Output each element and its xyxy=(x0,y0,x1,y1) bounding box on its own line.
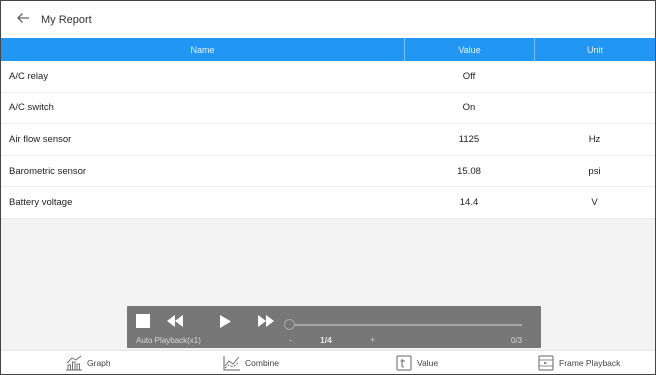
column-header-value[interactable]: Value xyxy=(404,38,534,61)
column-header-unit[interactable]: Unit xyxy=(534,38,655,61)
frame-playback-label: Frame Playback xyxy=(559,358,621,368)
frame-playback-button[interactable]: Frame Playback xyxy=(537,354,620,372)
rewind-icon xyxy=(167,315,183,327)
graph-label: Graph xyxy=(87,358,111,368)
playback-progress-handle[interactable] xyxy=(284,319,295,330)
next-page-button[interactable]: + xyxy=(370,335,375,345)
fast-forward-icon xyxy=(258,315,274,327)
row-value: Off xyxy=(462,70,476,82)
combine-button[interactable]: Combine xyxy=(223,354,279,372)
page-indicator: 1/4 xyxy=(320,335,332,345)
row-name: Barometric sensor xyxy=(9,165,87,177)
row-name: Battery voltage xyxy=(9,197,73,209)
graph-icon xyxy=(65,355,83,372)
table-row[interactable]: A/C relay Off xyxy=(1,61,655,93)
table-header: Name Value Unit xyxy=(1,38,655,61)
table-row[interactable]: Barometric sensor 15.08 psi xyxy=(1,156,655,188)
previous-page-button[interactable]: - xyxy=(289,335,292,345)
row-unit: psi xyxy=(588,165,601,177)
row-unit: V xyxy=(591,197,598,209)
frame-playback-icon xyxy=(537,355,555,372)
play-icon xyxy=(220,314,231,328)
arrow-left-icon xyxy=(16,11,30,29)
play-button[interactable] xyxy=(215,312,235,330)
combine-label: Combine xyxy=(245,358,280,368)
playback-progress-track[interactable] xyxy=(290,324,522,326)
top-bar: My Report xyxy=(1,1,655,38)
frame-count: 0/3 xyxy=(511,336,523,345)
row-value: 15.08 xyxy=(457,165,481,177)
row-name: A/C relay xyxy=(9,70,49,82)
value-icon xyxy=(395,355,413,372)
fast-forward-button[interactable] xyxy=(256,312,276,330)
rewind-button[interactable] xyxy=(165,312,185,330)
stop-icon xyxy=(136,314,150,328)
auto-playback-label[interactable]: Auto Playback(x1) xyxy=(136,336,201,345)
graph-button[interactable]: Graph xyxy=(65,354,111,372)
combine-icon xyxy=(223,355,241,372)
column-header-name[interactable]: Name xyxy=(1,38,404,61)
table-row[interactable]: Battery voltage 14.4 V xyxy=(1,187,655,219)
row-value: On xyxy=(462,102,476,114)
row-name: A/C switch xyxy=(9,102,54,114)
table-row[interactable]: Air flow sensor 1125 Hz xyxy=(1,124,655,156)
row-value: 1125 xyxy=(458,133,480,145)
row-name: Air flow sensor xyxy=(9,133,72,145)
value-label: Value xyxy=(417,358,439,368)
bottom-toolbar: Graph Combine Value Frame Playback xyxy=(1,350,655,374)
row-value: 14.4 xyxy=(459,197,479,209)
table-row[interactable]: A/C switch On xyxy=(1,93,655,125)
value-button[interactable]: Value xyxy=(395,354,438,372)
stop-button[interactable] xyxy=(133,312,153,330)
row-unit: Hz xyxy=(588,133,601,145)
table-body: A/C relay Off A/C switch On Air flow sen… xyxy=(1,61,655,219)
back-button[interactable] xyxy=(11,8,35,32)
page-title: My Report xyxy=(41,13,92,26)
playback-panel: Auto Playback(x1) - 1/4 + 0/3 xyxy=(127,306,541,348)
